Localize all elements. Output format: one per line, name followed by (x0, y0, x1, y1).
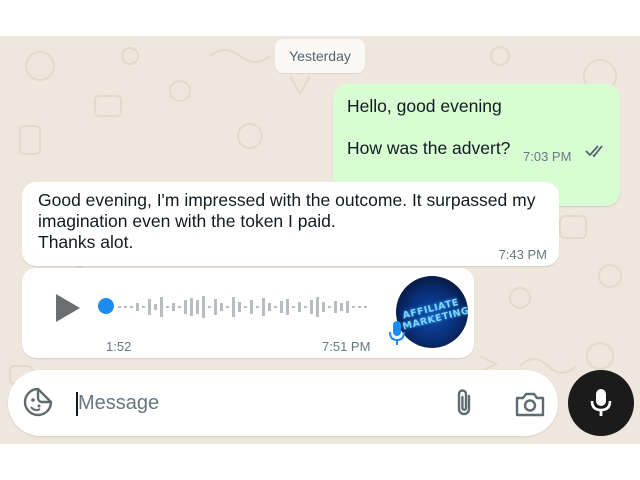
voice-note-mic-icon (389, 321, 405, 345)
message-time: 7:51 PM (322, 339, 371, 354)
play-icon[interactable] (54, 292, 82, 324)
date-divider: Yesterday (275, 39, 365, 73)
voice-scrubber-handle[interactable] (98, 298, 114, 314)
record-voice-button[interactable] (568, 370, 634, 436)
voice-waveform[interactable] (116, 290, 376, 324)
camera-icon[interactable] (514, 390, 546, 418)
message-text: How was the advert? (347, 138, 511, 158)
message-composer (8, 370, 558, 436)
incoming-message-bubble[interactable]: Good evening, I'm impressed with the out… (22, 182, 559, 266)
sticker-emoji-icon[interactable] (22, 386, 54, 418)
message-time: 7:03 PM (523, 149, 572, 164)
voice-message-bubble[interactable]: 1:52 7:51 PM AFFILIATE MARKETING (22, 268, 474, 358)
message-input[interactable] (78, 386, 438, 420)
sender-avatar[interactable]: AFFILIATE MARKETING (396, 276, 468, 348)
voice-duration: 1:52 (106, 339, 132, 354)
message-text: Good evening, I'm impressed with the out… (38, 190, 536, 252)
paperclip-icon[interactable] (452, 388, 476, 418)
mic-icon (590, 389, 612, 416)
message-text: Hello, good evening (347, 96, 502, 116)
double-check-icon (585, 145, 603, 158)
message-time: 7:43 PM (498, 247, 547, 262)
